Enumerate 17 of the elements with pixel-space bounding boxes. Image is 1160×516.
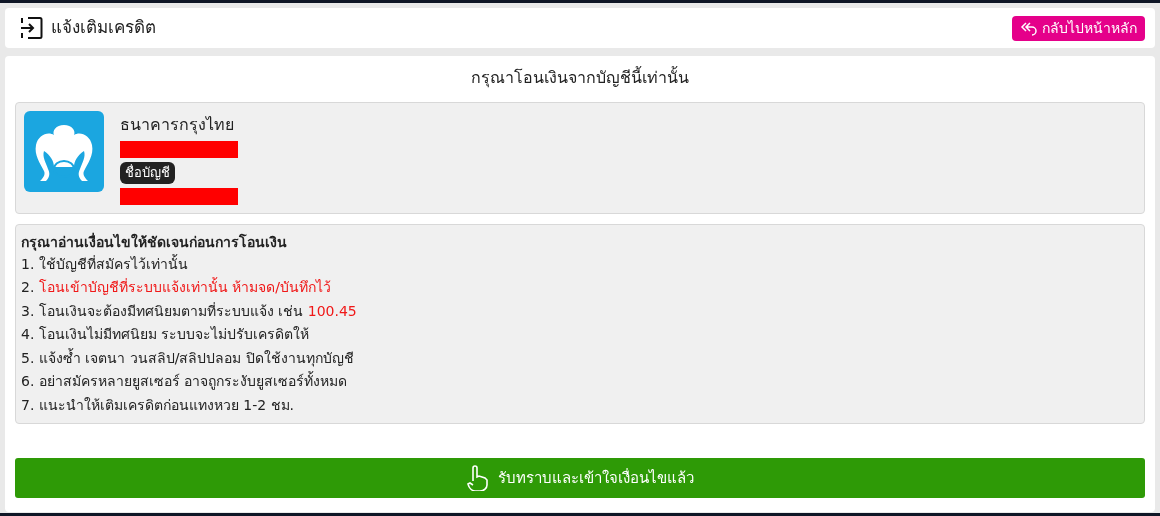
condition-item: 5. แจ้งซ้ำ เจตนา วนสลิป/สลิปปลอม ปิดใช้งานทุกบัญชี [21, 347, 355, 369]
bank-name: ธนาคารกรุงไทย [120, 114, 235, 137]
condition-item: 3. โอนเงินจะต้องมีทศนิยมตามที่ระบบแจ้ง เช่น 100.45 [21, 301, 358, 321]
account-name-label: ชื่อบัญชี [120, 162, 175, 184]
condition-item: 7. แนะนำให้เติมเครดิตก่อนแทงหวย 1-2 ชม. [21, 395, 296, 415]
conditions-title: กรุณาอ่านเงื่อนไขให้ชัดเจนก่อนการโอนเงิน [21, 231, 288, 253]
page-title: แจ้งเติมเครดิต [51, 16, 156, 40]
pointing-hand-icon [466, 465, 490, 491]
condition-item: 6. อย่าสมัครหลายยูสเซอร์ อาจถูกระงับยูสเซอร์ทั้งหมด [21, 370, 349, 392]
accept-button[interactable]: รับทราบและเข้าใจเงื่อนไขแล้ว [15, 458, 1145, 498]
condition-item: 1. ใช้บัญชีที่สมัครไว้เท่านั้น [21, 253, 189, 274]
condition-item: 4. โอนเงินไม่มีทศนิยม ระบบจะไม่ปรับเครดิตให้ [21, 325, 311, 344]
back-button[interactable]: กลับไปหน้าหลัก [1012, 15, 1145, 41]
reply-all-icon [1020, 20, 1038, 36]
condition-item: 2. โอนเข้าบัญชีที่ระบบแจ้งเท่านั้น ห้ามจด/บันทึกไว้ [21, 276, 332, 297]
instruction-text: กรุณาโอนเงินจากบัญชีนี้เท่านั้น [470, 66, 690, 90]
login-icon [19, 16, 43, 40]
